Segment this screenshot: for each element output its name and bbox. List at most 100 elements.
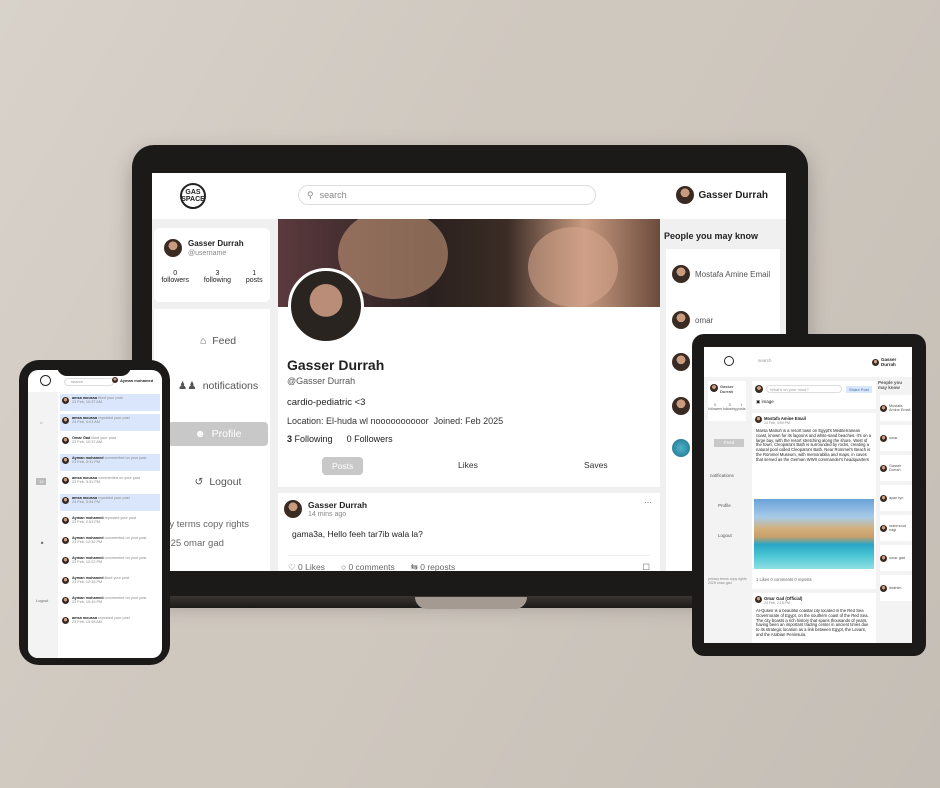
notification-action: reposted your post bbox=[98, 616, 130, 620]
notification-item[interactable]: Ayman mohamed liked your post 23 Feb, 12:… bbox=[60, 574, 160, 591]
tab-saves[interactable]: Saves bbox=[584, 460, 608, 470]
notification-time: 23 Feb, 10:37 AM bbox=[72, 400, 102, 404]
suggestion-name: omar bbox=[889, 436, 898, 440]
post-author[interactable]: Gasser Durrah bbox=[308, 500, 367, 510]
avatar bbox=[880, 464, 887, 472]
notifications-badge[interactable]: 12 bbox=[36, 478, 47, 485]
profile-stats: 0 followers 3 following 1 posts bbox=[154, 270, 270, 284]
tab-likes[interactable]: Likes bbox=[458, 460, 478, 470]
notification-item[interactable]: Ayman mohamed commented on your post 23 F… bbox=[60, 534, 160, 551]
phone-sidebar: ⌂ 12 ☻ Logout bbox=[28, 392, 58, 658]
stat-followers[interactable]: 0 followers bbox=[161, 270, 189, 284]
home-icon[interactable]: ⌂ bbox=[40, 420, 42, 425]
tab-posts[interactable]: Posts bbox=[322, 457, 364, 475]
suggestion-name: Gasser Durrah bbox=[889, 464, 902, 472]
notification-item[interactable]: Omar Gad liked your post 23 Feb, 10:37 AM bbox=[60, 434, 160, 451]
more-options-icon[interactable]: ⋯ bbox=[644, 498, 652, 507]
user-menu[interactable]: Gasser Durrah bbox=[675, 186, 768, 204]
following-link[interactable]: 3 Following bbox=[287, 434, 333, 444]
notification-item[interactable]: amsa moussa commented on your post 23 Feb… bbox=[60, 474, 160, 491]
profile-picture[interactable] bbox=[288, 268, 364, 344]
bookmark-icon[interactable]: ☐ bbox=[642, 562, 650, 571]
notification-action: liked your post bbox=[104, 576, 130, 580]
notification-item[interactable]: amsa moussa liked your post 23 Feb, 10:37… bbox=[60, 394, 160, 411]
notification-item[interactable]: amsa moussa reposted your post 23 Feb, 4:… bbox=[60, 414, 160, 431]
phone-search[interactable]: search bbox=[64, 378, 114, 386]
app-logo[interactable]: GAS SPACE bbox=[180, 183, 206, 209]
app-logo[interactable] bbox=[40, 375, 51, 386]
suggestion-item[interactable]: ibrahim bbox=[880, 575, 912, 601]
tablet-user[interactable]: Gasser Durrah bbox=[872, 357, 912, 367]
profile-tabs: Posts Likes Saves bbox=[278, 456, 660, 480]
notification-item[interactable]: Ayman mohamed commented on your post 23 F… bbox=[60, 454, 160, 471]
left-sidebar: Gasser Durrah @username 0 followers 3 foll… bbox=[152, 219, 276, 571]
suggestion-name: mahmoud nagi bbox=[889, 524, 906, 532]
suggestion-item[interactable]: Mostafa Amine Email bbox=[672, 265, 772, 283]
follow-counts: 3 Following 0 Followers bbox=[287, 434, 393, 444]
profile-location: Location: El-huda wl noooooooooor bbox=[287, 416, 429, 426]
stat-following[interactable]: 3 following bbox=[204, 270, 231, 284]
post-actions: ♡ 0 Likes ○ 0 comments ⇆ 0 reposts ☐ bbox=[288, 555, 650, 571]
profile-card: Gasser Durrah @username 0 followers 3 foll… bbox=[154, 228, 270, 302]
suggestion-name: ibrahim bbox=[889, 586, 902, 590]
app-logo[interactable] bbox=[724, 356, 734, 366]
people-icon: ♟♟ bbox=[177, 380, 197, 392]
suggestion-item[interactable]: Gasser Durrah bbox=[880, 455, 912, 481]
image-upload-button[interactable]: ▣ image bbox=[756, 399, 774, 405]
avatar bbox=[675, 186, 694, 204]
user-name: Gasser Durrah bbox=[698, 189, 768, 201]
post-time: 24 Feb, 3:59 PM bbox=[764, 421, 790, 425]
user-icon[interactable]: ☻ bbox=[40, 540, 44, 545]
avatar bbox=[872, 358, 879, 366]
notification-item[interactable]: amsa moussa reposted your post 23 Feb, 10… bbox=[60, 614, 160, 631]
avatar bbox=[164, 239, 182, 257]
avatar bbox=[710, 384, 718, 392]
tablet-search[interactable]: search bbox=[758, 358, 830, 366]
stat-posts[interactable]: 1 posts bbox=[246, 270, 263, 284]
notification-action: commented on your post bbox=[98, 476, 140, 480]
avatar bbox=[62, 577, 69, 584]
notifications-list: amsa moussa liked your post 23 Feb, 10:37… bbox=[60, 392, 160, 658]
nav-notifications[interactable]: notifications bbox=[710, 473, 734, 478]
nav-feed[interactable]: Feed bbox=[714, 439, 744, 447]
suggestion-item[interactable]: omar bbox=[672, 311, 713, 329]
post-image[interactable] bbox=[754, 499, 874, 569]
suggestion-item[interactable]: mahmoud nagi bbox=[880, 515, 912, 541]
repost-button[interactable]: ⇆ 0 reposts bbox=[411, 562, 455, 571]
notification-item[interactable]: amsa moussa reposted your post 23 Feb, 3:… bbox=[60, 494, 160, 511]
notification-item[interactable]: Ayman mohamed reposted your post 23 Feb, … bbox=[60, 514, 160, 531]
tablet-feed: What's on your mind? Share Post ▣ image … bbox=[752, 377, 876, 643]
avatar bbox=[62, 397, 69, 404]
notification-time: 23 Feb, 12:32 PM bbox=[72, 540, 103, 544]
suggestions-title: People you may know bbox=[664, 231, 759, 241]
footer-line1[interactable]: privacy terms copy rights bbox=[152, 519, 276, 530]
nav-profile[interactable]: Profile bbox=[718, 503, 731, 508]
laptop-notch bbox=[415, 597, 527, 609]
like-button[interactable]: ♡ 0 Likes bbox=[288, 562, 325, 571]
avatar bbox=[62, 537, 69, 544]
compose-input[interactable]: What's on your mind? bbox=[766, 385, 842, 393]
followers-link[interactable]: 0 Followers bbox=[347, 434, 393, 444]
nav-notifications[interactable]: ♟♟ notifications bbox=[168, 374, 268, 398]
search-input[interactable]: search bbox=[320, 190, 347, 200]
suggestion-item[interactable]: omar bbox=[880, 425, 912, 451]
search-bar[interactable]: ⚲ search bbox=[298, 185, 596, 205]
notification-item[interactable]: Ayman mohamed commented on your post 23 F… bbox=[60, 554, 160, 571]
share-post-button[interactable]: Share Post bbox=[846, 386, 872, 393]
notification-action: commented on your post bbox=[104, 556, 147, 560]
nav-feed[interactable]: ⌂ Feed bbox=[168, 329, 268, 353]
nav-logout[interactable]: ↺ Logout bbox=[168, 470, 268, 494]
comment-button[interactable]: ○ 0 comments bbox=[341, 562, 395, 571]
nav-profile[interactable]: ☻ Profile bbox=[168, 422, 268, 446]
avatar bbox=[672, 439, 690, 457]
notification-item[interactable]: Ayman mohamed commented on your post 23 F… bbox=[60, 594, 160, 611]
notification-time: 23 Feb, 2:53 PM bbox=[72, 520, 101, 524]
suggestion-item[interactable]: ayan tyn bbox=[880, 485, 912, 511]
logout-button[interactable]: Logout bbox=[36, 598, 48, 603]
nav-logout[interactable]: Logout bbox=[718, 533, 732, 538]
avatar bbox=[62, 557, 69, 564]
avatar bbox=[672, 353, 690, 371]
suggestion-item[interactable]: Mostafa Amine Email bbox=[880, 395, 912, 421]
suggestion-item[interactable]: omar gad bbox=[880, 545, 912, 571]
phone-user[interactable]: Ayman mohamed bbox=[112, 377, 153, 383]
